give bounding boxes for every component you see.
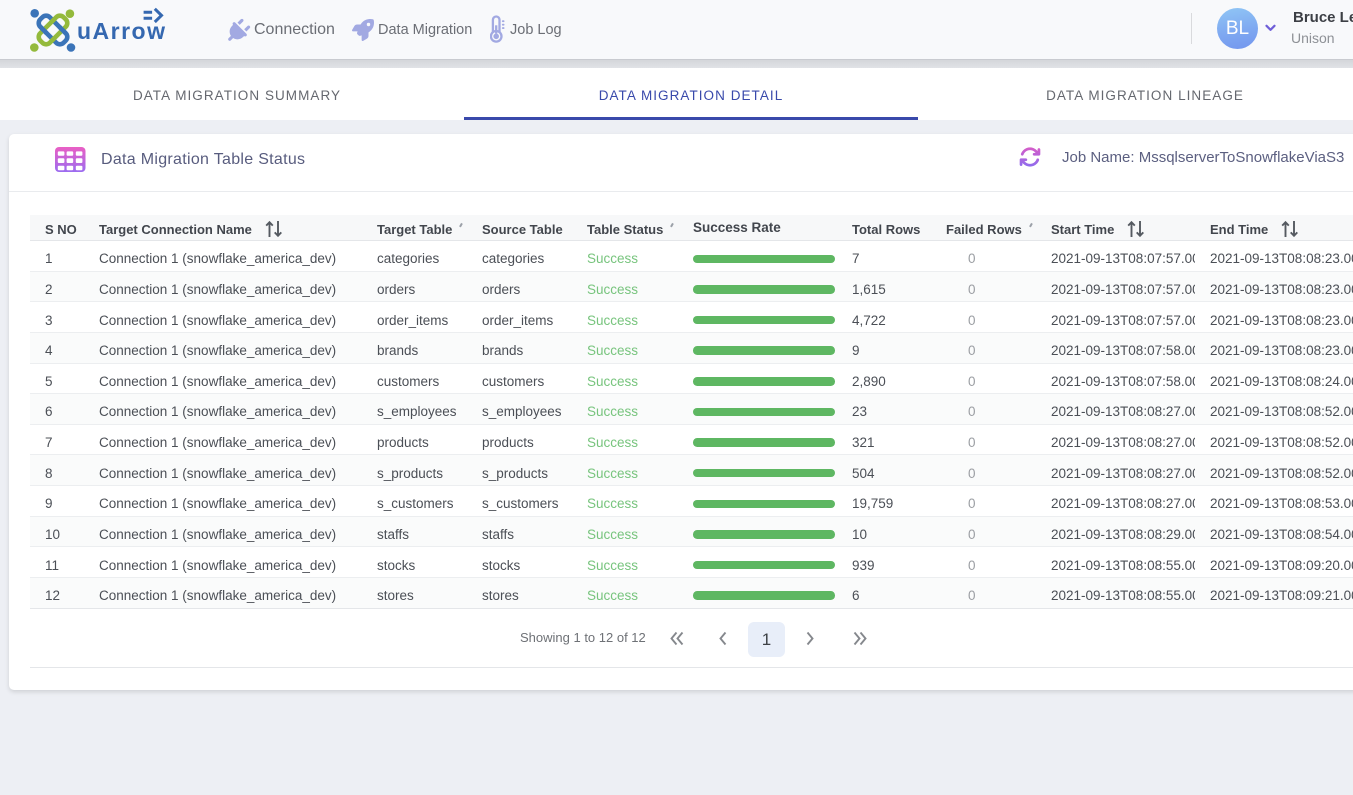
svg-text:uArrow: uArrow [77,18,167,44]
